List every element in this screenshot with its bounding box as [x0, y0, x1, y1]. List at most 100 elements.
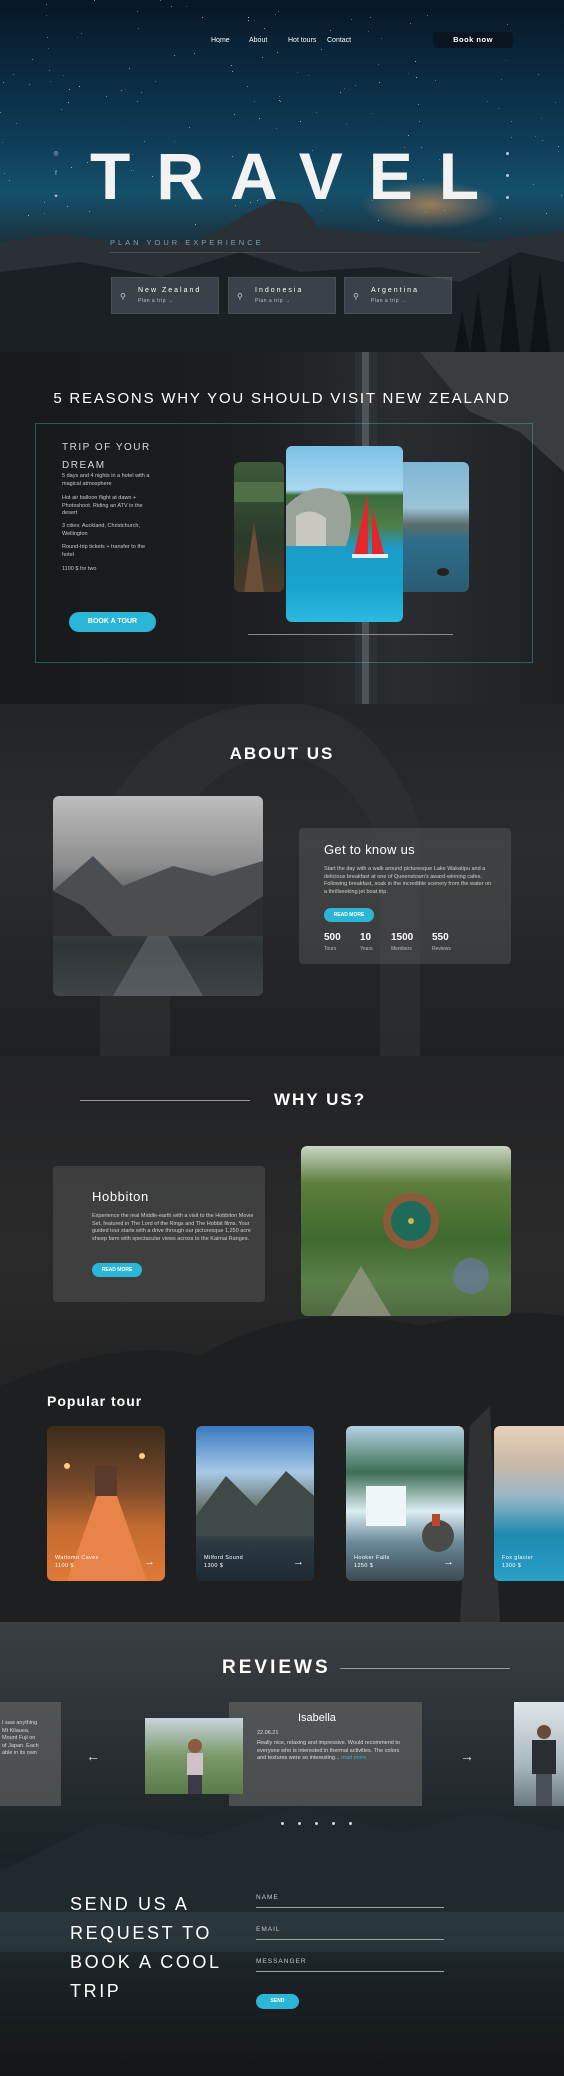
- destination-card[interactable]: ⚲ New Zealand Plan a trip →: [111, 277, 219, 314]
- tour-price: 1300 $: [502, 1563, 522, 1569]
- slide-dot[interactable]: [506, 196, 509, 199]
- name-field[interactable]: [256, 1907, 444, 1908]
- star: [186, 6, 187, 7]
- carousel-dot[interactable]: [332, 1822, 335, 1825]
- read-more-link[interactable]: read more: [341, 1755, 366, 1761]
- read-more-button[interactable]: READ MORE: [92, 1263, 142, 1277]
- reason-item: 5 days and 4 nights in a hotel with a ma…: [62, 473, 150, 487]
- review-text: Really nice, relaxing and impressive. Wo…: [257, 1740, 407, 1763]
- star: [94, 0, 95, 1]
- destination-card[interactable]: ⚲ Indonesia Plan a trip →: [228, 277, 336, 314]
- star: [541, 118, 542, 119]
- star: [194, 53, 195, 54]
- map-pin-icon: ⚲: [120, 292, 126, 301]
- tour-name: Waitomo Caves: [55, 1555, 99, 1561]
- messenger-field-label[interactable]: MESSANGER: [256, 1958, 307, 1965]
- twitter-icon[interactable]: ✦: [53, 194, 59, 200]
- star: [125, 89, 126, 90]
- star: [300, 121, 301, 122]
- star: [408, 135, 409, 136]
- slide-dot[interactable]: [506, 152, 509, 155]
- star: [155, 81, 156, 82]
- read-more-button[interactable]: READ MORE: [324, 908, 374, 922]
- slider-progress[interactable]: [248, 634, 453, 635]
- star: [316, 112, 317, 113]
- carousel-dot[interactable]: [349, 1822, 352, 1825]
- star: [77, 37, 78, 38]
- about-card: Get to know us Start the day with a walk…: [299, 828, 511, 964]
- star: [538, 74, 539, 75]
- review-text-prev: I saw anything Mt Kilauea, Mount Fuji on…: [2, 1720, 39, 1758]
- star: [278, 11, 279, 12]
- star: [49, 70, 50, 71]
- facebook-icon[interactable]: f: [53, 171, 59, 177]
- review-card: Isabella 22.06.21 Really nice, relaxing …: [229, 1702, 422, 1806]
- why-us-section: WHY US? Hobbiton Experience the real Mid…: [0, 1056, 564, 1622]
- book-now-button[interactable]: Book now: [433, 32, 513, 48]
- review-date: 22.06.21: [257, 1730, 279, 1736]
- carousel-dot[interactable]: [298, 1822, 301, 1825]
- nav-contact[interactable]: Contact: [327, 37, 351, 44]
- slide-image-forest[interactable]: [234, 462, 284, 592]
- nav-about[interactable]: About: [249, 37, 267, 44]
- about-card-title: Get to know us: [324, 842, 415, 857]
- tour-card[interactable]: Hooker Falls 1250 $ →: [346, 1426, 464, 1581]
- arrow-right-icon[interactable]: →: [443, 1556, 454, 1568]
- plan-trip-link[interactable]: Plan a trip →: [138, 298, 173, 304]
- arrow-right-icon[interactable]: →: [144, 1556, 155, 1568]
- star: [129, 68, 130, 69]
- star: [511, 137, 512, 138]
- star: [202, 17, 203, 18]
- stat-value: 550: [432, 932, 449, 943]
- tour-card[interactable]: Milford Sound 1300 $ →: [196, 1426, 314, 1581]
- email-field-label[interactable]: EMAIL: [256, 1926, 281, 1933]
- destination-name: Argentina: [371, 287, 419, 294]
- reason-item: Hot air balloon flight at dawn + Photosh…: [62, 495, 143, 516]
- star: [487, 101, 488, 102]
- slide-dot[interactable]: [506, 174, 509, 177]
- slide-image-sailboat[interactable]: [286, 446, 403, 622]
- star: [4, 173, 5, 174]
- messenger-field[interactable]: [256, 1971, 444, 1972]
- name-field-label[interactable]: NAME: [256, 1894, 279, 1901]
- star: [297, 72, 298, 73]
- star: [48, 48, 49, 49]
- review-card-prev[interactable]: I saw anything Mt Kilauea, Mount Fuji on…: [0, 1702, 61, 1806]
- book-tour-button[interactable]: BOOK A TOUR: [69, 612, 156, 632]
- carousel-dot[interactable]: [281, 1822, 284, 1825]
- arrow-right-icon[interactable]: →: [293, 1556, 304, 1568]
- stat-label: Tours: [324, 946, 337, 952]
- star: [351, 19, 352, 20]
- star: [511, 121, 512, 122]
- star: [46, 15, 47, 16]
- star: [435, 80, 436, 81]
- nav-hot-tours[interactable]: Hot tours: [288, 37, 316, 44]
- star: [69, 89, 70, 90]
- carousel-dot[interactable]: [315, 1822, 318, 1825]
- destination-card[interactable]: ⚲ Argentina Plan a trip →: [344, 277, 452, 314]
- nav-home[interactable]: Home: [211, 37, 230, 44]
- review-line: I saw anything: [2, 1720, 38, 1726]
- plan-trip-link[interactable]: Plan a trip →: [255, 298, 290, 304]
- tour-label: Milford Sound 1300 $: [204, 1554, 243, 1570]
- tour-card[interactable]: Waitomo Caves 1100 $ →: [47, 1426, 165, 1581]
- review-line: of Japan. Each: [2, 1742, 39, 1749]
- email-field[interactable]: [256, 1939, 444, 1940]
- star: [558, 151, 559, 152]
- star: [505, 60, 506, 61]
- star: [141, 92, 142, 93]
- arrow-left-icon[interactable]: ←: [86, 1748, 100, 1764]
- slide-image-lake[interactable]: [398, 462, 469, 592]
- stat-value: 10: [360, 932, 372, 943]
- plan-trip-link[interactable]: Plan a trip →: [371, 298, 406, 304]
- tour-card[interactable]: Fox glacier 1300 $: [494, 1426, 564, 1581]
- star: [138, 28, 139, 29]
- tour-price: 1100 $: [55, 1563, 74, 1569]
- send-button[interactable]: SEND: [256, 1994, 299, 2009]
- arrow-right-icon[interactable]: →: [460, 1748, 474, 1764]
- star: [16, 123, 17, 124]
- instagram-icon[interactable]: ◎: [53, 151, 59, 157]
- divider: [80, 1100, 250, 1101]
- tour-price: 1300 $: [204, 1563, 224, 1569]
- star: [160, 0, 161, 1]
